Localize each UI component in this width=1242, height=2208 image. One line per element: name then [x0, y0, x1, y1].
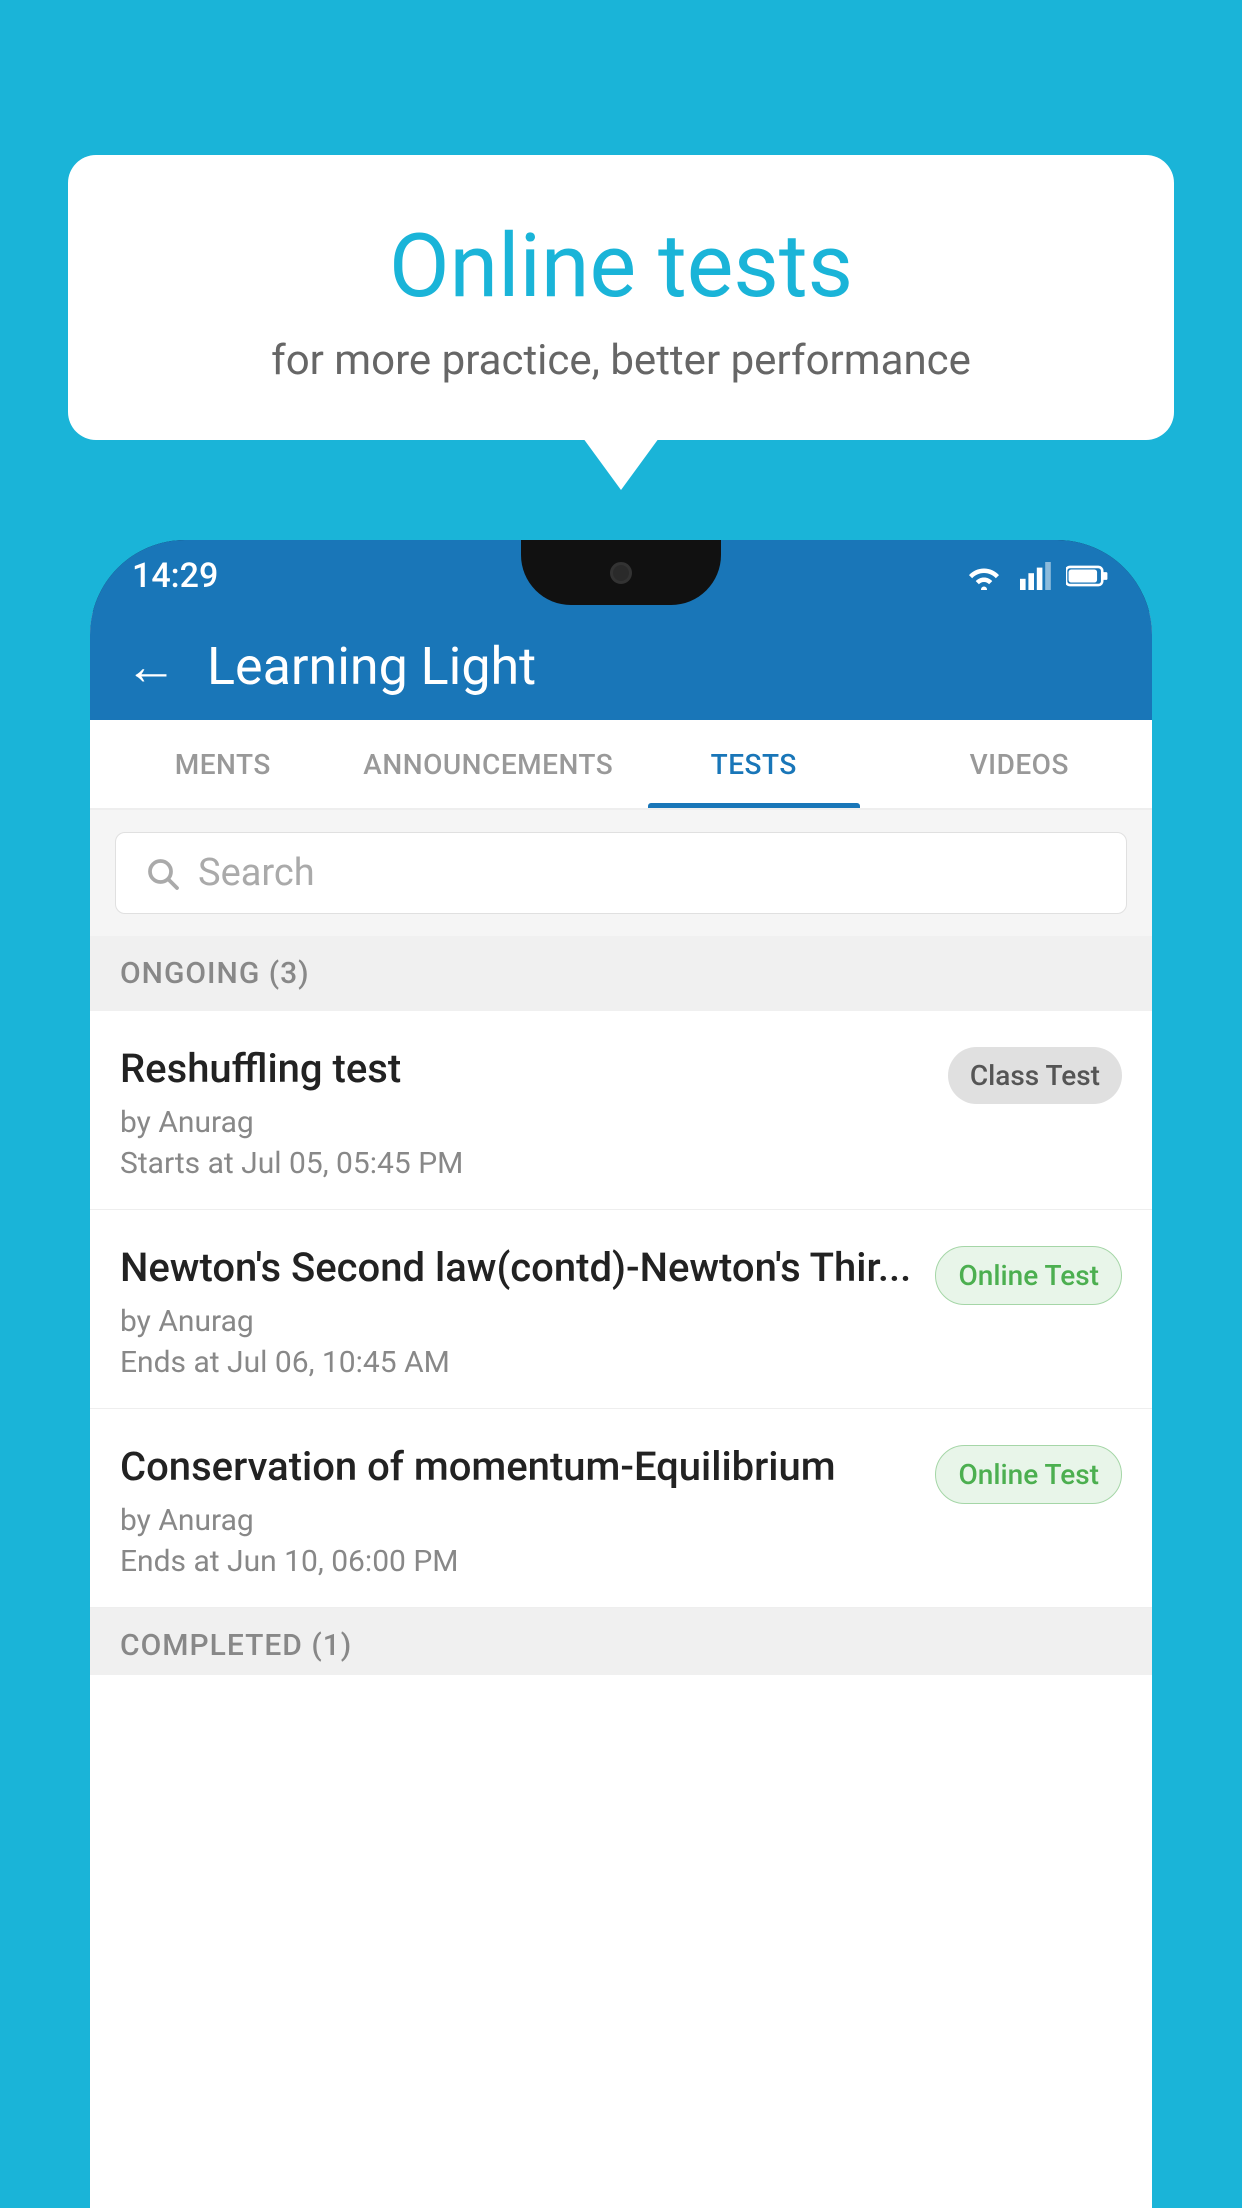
app-bar-title: Learning Light — [207, 636, 536, 697]
ongoing-label: ONGOING (3) — [120, 956, 310, 991]
test-info: Conservation of momentum-Equilibrium by … — [120, 1441, 935, 1579]
test-title: Conservation of momentum-Equilibrium — [120, 1441, 915, 1493]
test-date: Ends at Jun 10, 06:00 PM — [120, 1544, 915, 1579]
app-content: ← Learning Light MENTS ANNOUNCEMENTS TES… — [90, 612, 1152, 2208]
ongoing-section-header: ONGOING (3) — [90, 936, 1152, 1011]
battery-icon — [1066, 564, 1110, 588]
speech-bubble: Online tests for more practice, better p… — [68, 155, 1174, 440]
tab-ments[interactable]: MENTS — [90, 720, 356, 808]
completed-label: COMPLETED (1) — [120, 1628, 352, 1663]
signal-icon — [1016, 562, 1052, 590]
phone-notch — [521, 540, 721, 605]
search-bar[interactable]: Search — [115, 832, 1127, 914]
search-icon — [144, 855, 180, 891]
test-title: Newton's Second law(contd)-Newton's Thir… — [120, 1242, 915, 1294]
test-by: by Anurag — [120, 1304, 915, 1339]
status-time: 14:29 — [132, 556, 218, 596]
phone-shell: 14:29 ← — [90, 540, 1152, 2208]
speech-bubble-subtitle: for more practice, better performance — [118, 336, 1124, 385]
test-by: by Anurag — [120, 1105, 928, 1140]
test-item[interactable]: Reshuffling test by Anurag Starts at Jul… — [90, 1011, 1152, 1210]
test-badge: Online Test — [935, 1246, 1122, 1305]
test-date: Ends at Jul 06, 10:45 AM — [120, 1345, 915, 1380]
test-info: Newton's Second law(contd)-Newton's Thir… — [120, 1242, 935, 1380]
test-title: Reshuffling test — [120, 1043, 928, 1095]
wifi-icon — [966, 562, 1002, 590]
tab-videos[interactable]: VIDEOS — [887, 720, 1153, 808]
test-badge: Online Test — [935, 1445, 1122, 1504]
app-bar: ← Learning Light — [90, 612, 1152, 720]
search-container: Search — [90, 810, 1152, 936]
speech-bubble-title: Online tests — [118, 215, 1124, 318]
test-badge: Class Test — [948, 1047, 1122, 1104]
status-icons — [966, 562, 1110, 590]
test-info: Reshuffling test by Anurag Starts at Jul… — [120, 1043, 948, 1181]
back-button[interactable]: ← — [125, 636, 177, 697]
completed-section-header: COMPLETED (1) — [90, 1608, 1152, 1675]
tab-tests[interactable]: TESTS — [621, 720, 887, 808]
search-input[interactable]: Search — [198, 851, 315, 895]
tabs-bar: MENTS ANNOUNCEMENTS TESTS VIDEOS — [90, 720, 1152, 810]
test-by: by Anurag — [120, 1503, 915, 1538]
test-item[interactable]: Newton's Second law(contd)-Newton's Thir… — [90, 1210, 1152, 1409]
test-item[interactable]: Conservation of momentum-Equilibrium by … — [90, 1409, 1152, 1608]
tab-announcements[interactable]: ANNOUNCEMENTS — [356, 720, 622, 808]
test-date: Starts at Jul 05, 05:45 PM — [120, 1146, 928, 1181]
front-camera — [610, 562, 632, 584]
